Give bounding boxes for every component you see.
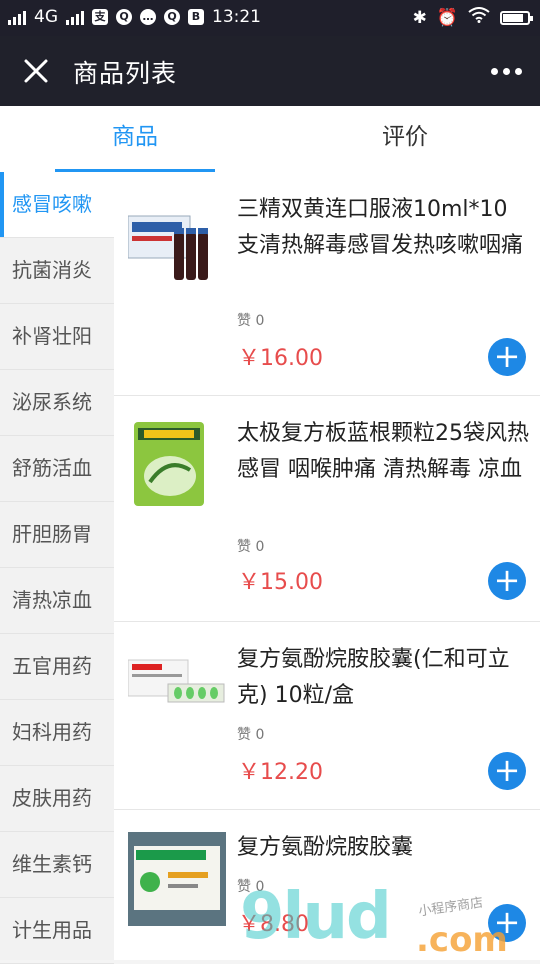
category-item[interactable]: 补肾壮阳	[0, 304, 114, 370]
status-left: 4G 支 Q … Q B 13:21	[8, 7, 261, 27]
status-right: ✱ ⏰	[412, 7, 533, 28]
clock: 13:21	[212, 7, 261, 27]
page-title: 商品列表	[73, 59, 178, 88]
title-bar: 商品列表	[0, 36, 540, 106]
alipay-icon: 支	[92, 9, 108, 25]
product-name[interactable]: 复方氨酚烷胺胶囊	[237, 830, 529, 866]
add-to-cart-button[interactable]: +	[488, 338, 526, 376]
product-card[interactable]: 三精双黄连口服液10ml*10支清热解毒感冒发热咳嗽咽痛 赞 0 ￥16.00 …	[114, 172, 540, 396]
wifi-icon	[468, 7, 490, 28]
carrier-label: 4G	[34, 7, 58, 27]
category-item[interactable]: 感冒咳嗽	[0, 172, 114, 238]
tab-bar: 商品 评价	[0, 106, 540, 173]
tab-products[interactable]: 商品	[0, 106, 270, 172]
product-likes: 赞 0	[237, 539, 265, 555]
product-name[interactable]: 太极复方板蓝根颗粒25袋风热感冒 咽喉肿痛 清热解毒 凉血	[237, 416, 529, 488]
product-image[interactable]	[128, 420, 226, 518]
category-item[interactable]: 妇科用药	[0, 700, 114, 766]
close-icon[interactable]	[18, 53, 54, 89]
category-item[interactable]: 肝胆肠胃	[0, 502, 114, 568]
category-item[interactable]: 皮肤用药	[0, 766, 114, 832]
category-item[interactable]: 清热凉血	[0, 568, 114, 634]
watermark-logo: 9lud	[240, 880, 392, 954]
alarm-icon: ⏰	[436, 7, 458, 28]
tab-reviews[interactable]: 评价	[270, 106, 540, 172]
product-card[interactable]: 太极复方板蓝根颗粒25袋风热感冒 咽喉肿痛 清热解毒 凉血 赞 0 ￥15.00…	[114, 396, 540, 622]
app-icon: B	[188, 9, 204, 25]
product-likes: 赞 0	[237, 313, 265, 329]
battery-icon	[500, 10, 533, 25]
category-item[interactable]: 计生用品	[0, 898, 114, 964]
status-bar: 4G 支 Q … Q B 13:21 ✱ ⏰	[0, 0, 540, 36]
category-item[interactable]: 五官用药	[0, 634, 114, 700]
bluetooth-icon: ✱	[412, 7, 427, 28]
product-image[interactable]	[128, 832, 226, 930]
product-price: ￥15.00	[238, 570, 323, 595]
signal-icon	[8, 9, 26, 25]
product-name[interactable]: 复方氨酚烷胺胶囊(仁和可立克) 10粒/盒	[237, 642, 529, 714]
product-likes: 赞 0	[237, 727, 265, 743]
message-icon: …	[140, 9, 156, 25]
more-icon[interactable]	[486, 56, 526, 86]
product-price: ￥12.20	[238, 760, 323, 785]
signal-icon-2	[66, 9, 84, 25]
category-sidebar: 感冒咳嗽 抗菌消炎 补肾壮阳 泌尿系统 舒筋活血 肝胆肠胃 清热凉血 五官用药 …	[0, 172, 114, 964]
category-item[interactable]: 维生素钙	[0, 832, 114, 898]
category-item[interactable]: 泌尿系统	[0, 370, 114, 436]
product-card[interactable]: 复方氨酚烷胺胶囊(仁和可立克) 10粒/盒 赞 0 ￥12.20 +	[114, 622, 540, 810]
qq-icon-2: Q	[164, 9, 180, 25]
watermark-domain: .com	[416, 920, 508, 960]
add-to-cart-button[interactable]: +	[488, 752, 526, 790]
qq-icon: Q	[116, 9, 132, 25]
product-price: ￥16.00	[238, 346, 323, 371]
product-image[interactable]	[127, 208, 226, 306]
product-list: 三精双黄连口服液10ml*10支清热解毒感冒发热咳嗽咽痛 赞 0 ￥16.00 …	[114, 172, 540, 960]
category-item[interactable]: 抗菌消炎	[0, 238, 114, 304]
product-name[interactable]: 三精双黄连口服液10ml*10支清热解毒感冒发热咳嗽咽痛	[237, 192, 529, 264]
product-image[interactable]	[127, 654, 226, 752]
add-to-cart-button[interactable]: +	[488, 562, 526, 600]
category-item[interactable]: 舒筋活血	[0, 436, 114, 502]
